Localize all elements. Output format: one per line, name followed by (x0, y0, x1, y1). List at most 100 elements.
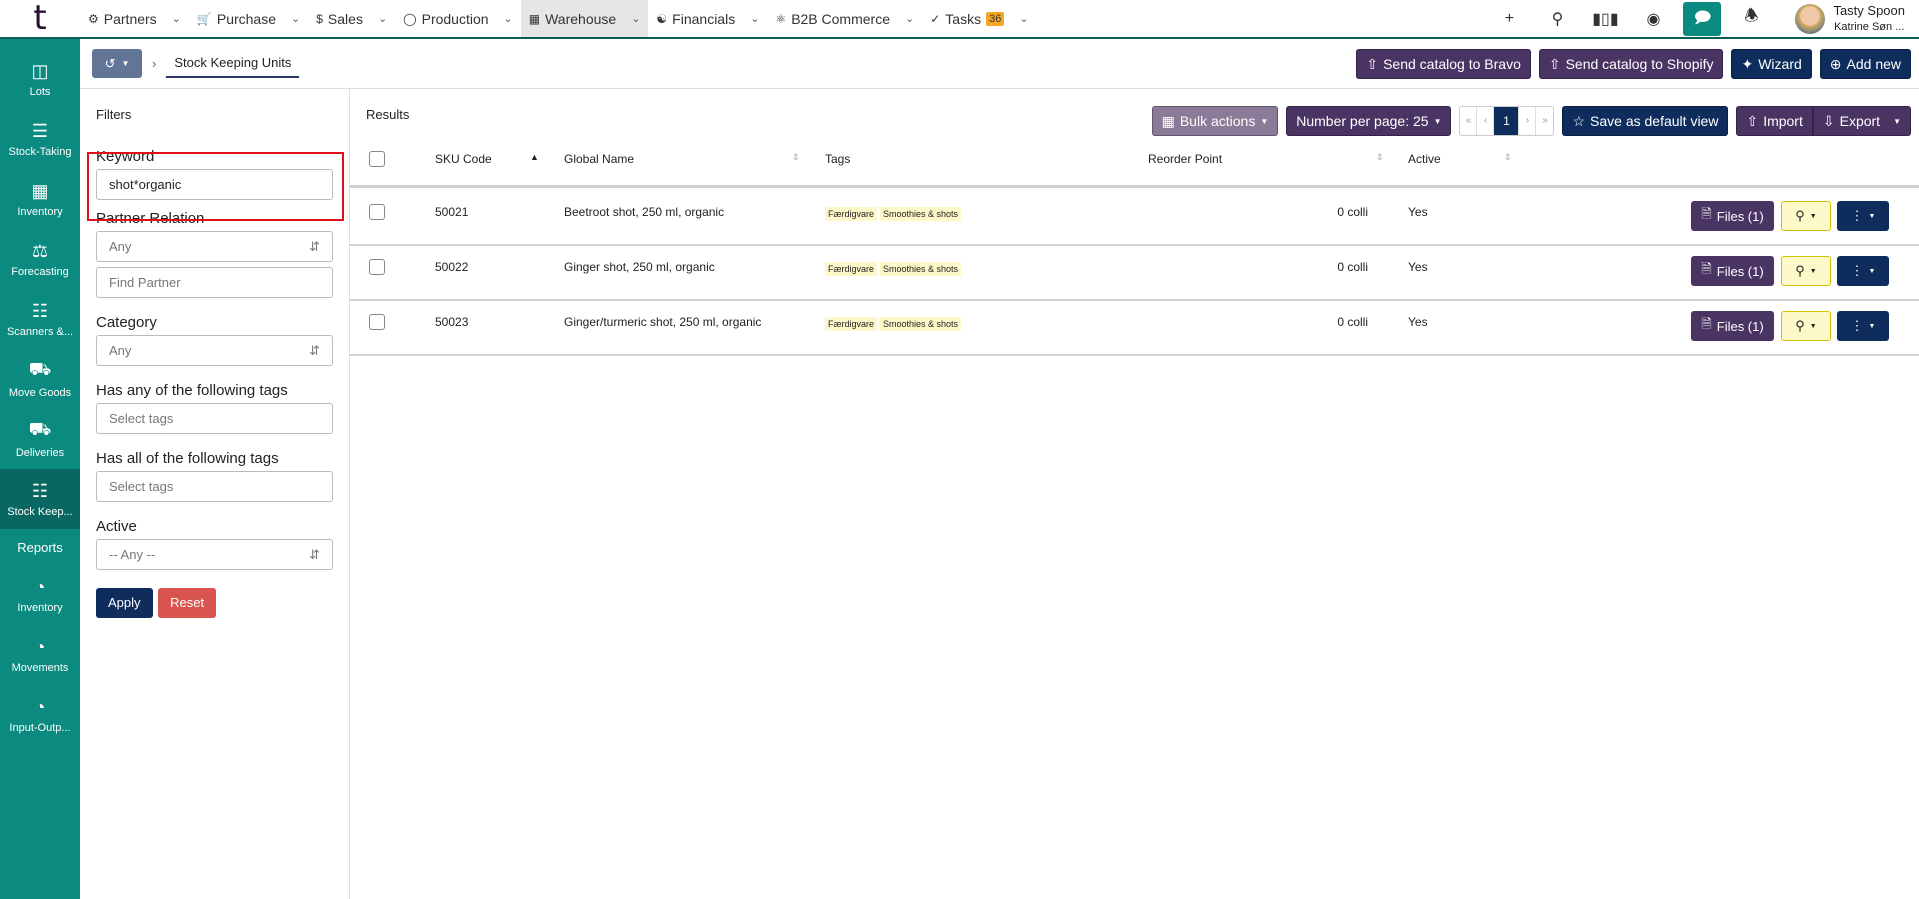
bulk-actions-button[interactable]: ▦ Bulk actions ▼ (1151, 106, 1279, 136)
view-dropdown-button[interactable]: ⚲ ▼ (1781, 256, 1831, 286)
nav-financials[interactable]: ☯ Financials ⌄ (648, 0, 767, 37)
active-select[interactable]: -- Any -- ⇵ (96, 539, 333, 570)
user-menu[interactable]: Tasty Spoon Katrine Søn ... (1775, 3, 1919, 35)
nav-partners[interactable]: ⚙ Partners ⌄ (80, 0, 189, 37)
caret-down-icon: ▼ (121, 59, 130, 68)
sidebar-item-5[interactable]: ⛟ Move Goods (0, 349, 80, 409)
files-button[interactable]: 🗎 Files (1) (1691, 256, 1774, 286)
nav-sales[interactable]: $ Sales ⌄ (308, 0, 395, 37)
sidebar-report-1[interactable]: ◔ Movements (0, 625, 80, 685)
caret-down-icon: ▼ (1868, 212, 1876, 220)
apply-button[interactable]: Apply (96, 588, 153, 618)
column-global-name[interactable]: Global Name (564, 152, 634, 166)
export-button[interactable]: ⇩ Export ▼ (1812, 106, 1911, 136)
tag: Færdigvare (825, 262, 878, 276)
sidebar-item-4[interactable]: ☷ Scanners &... (0, 289, 80, 349)
sku-code: 50022 (435, 260, 469, 274)
prev-page-button[interactable]: ‹ (1477, 107, 1495, 135)
nav-b2b-commerce[interactable]: ⚛ B2B Commerce ⌄ (767, 0, 922, 37)
sidebar-item-3[interactable]: ⚖ Forecasting (0, 229, 80, 289)
app-logo[interactable]: t (0, 0, 80, 38)
all-tags-input[interactable]: Select tags (96, 471, 333, 502)
find-partner-input[interactable]: Find Partner (96, 267, 333, 298)
sort-asc-icon[interactable]: ▲ (530, 152, 539, 162)
first-page-button[interactable]: « (1460, 107, 1478, 135)
page-1-button[interactable]: 1 (1494, 107, 1520, 135)
all-tags-label: Has all of the following tags (96, 450, 279, 467)
barcode-icon[interactable]: ▮▯▮ (1581, 9, 1629, 29)
sidebar-icon: ▦ (31, 180, 49, 201)
more-actions-button[interactable]: ⋮ ▼ (1837, 311, 1889, 341)
help-icon[interactable]: ◉ (1629, 9, 1677, 29)
history-button[interactable]: ↺ ▼ (92, 49, 142, 78)
chevron-down-icon[interactable]: ⌄ (504, 12, 513, 25)
select-all-checkbox[interactable] (369, 151, 385, 167)
nav-production[interactable]: ◯ Production ⌄ (395, 0, 521, 37)
search-icon[interactable]: ⚲ (1533, 9, 1581, 29)
files-button[interactable]: 🗎 Files (1) (1691, 201, 1774, 231)
column-active[interactable]: Active (1408, 152, 1441, 166)
nav-purchase[interactable]: 🛒 Purchase ⌄ (189, 0, 308, 37)
chevron-down-icon[interactable]: ⌄ (291, 12, 300, 25)
table-row[interactable]: 50022 Ginger shot, 250 ml, organic Færdi… (350, 246, 1919, 301)
table-row[interactable]: 50021 Beetroot shot, 250 ml, organic Fær… (350, 191, 1919, 246)
next-page-button[interactable]: › (1519, 107, 1537, 135)
add-new-button[interactable]: ⊕ Add new (1819, 49, 1911, 79)
category-select[interactable]: Any ⇵ (96, 335, 333, 366)
chevron-down-icon[interactable]: ⌄ (1019, 12, 1028, 25)
nav-warehouse[interactable]: ▦ Warehouse ⌄ (520, 0, 649, 37)
view-dropdown-button[interactable]: ⚲ ▼ (1781, 311, 1831, 341)
sidebar-item-1[interactable]: ☰ Stock-Taking (0, 109, 80, 169)
sort-icon[interactable]: ⇕ (1504, 152, 1512, 163)
sidebar-label: Movements (11, 661, 69, 674)
row-checkbox[interactable] (369, 259, 385, 275)
chevron-down-icon[interactable]: ⌄ (378, 12, 387, 25)
sidebar-report-0[interactable]: ◔ Inventory (0, 565, 80, 625)
chevron-down-icon[interactable]: ⌄ (631, 12, 640, 25)
sidebar-report-2[interactable]: ◔ Input-Outp... (0, 685, 80, 745)
global-name[interactable]: Ginger shot, 250 ml, organic (564, 260, 715, 274)
breadcrumb: ↺ ▼ › Stock Keeping Units ⇧ Send catalog t… (80, 39, 1919, 89)
global-name[interactable]: Beetroot shot, 250 ml, organic (564, 205, 724, 219)
column-reorder-point[interactable]: Reorder Point (1148, 152, 1222, 166)
row-checkbox[interactable] (369, 314, 385, 330)
last-page-button[interactable]: » (1536, 107, 1553, 135)
sort-icon[interactable]: ⇕ (1376, 152, 1384, 163)
tag: Færdigvare (825, 207, 878, 221)
any-tags-input[interactable]: Select tags (96, 403, 333, 434)
sidebar-item-2[interactable]: ▦ Inventory (0, 169, 80, 229)
partners-icon: ⚙ (88, 11, 99, 26)
reset-button[interactable]: Reset (158, 588, 217, 618)
bell-icon[interactable]: 🕭 (1727, 5, 1775, 32)
chevron-down-icon[interactable]: ⌄ (750, 12, 759, 25)
sidebar-item-7[interactable]: ☷ Stock Keep... (0, 469, 80, 529)
view-dropdown-button[interactable]: ⚲ ▼ (1781, 201, 1831, 231)
row-checkbox[interactable] (369, 204, 385, 220)
import-button[interactable]: ⇧ Import (1736, 106, 1813, 136)
active-value: Yes (1408, 315, 1428, 329)
save-default-view-button[interactable]: ☆ Save as default view (1562, 106, 1729, 136)
send-catalog-bravo-button[interactable]: ⇧ Send catalog to Bravo (1356, 49, 1531, 79)
per-page-select[interactable]: Number per page: 25 ▼ (1286, 106, 1452, 136)
more-actions-button[interactable]: ⋮ ▼ (1837, 256, 1889, 286)
sort-icon[interactable]: ⇕ (792, 152, 800, 163)
sidebar-item-6[interactable]: ⛟ Deliveries (0, 409, 80, 469)
nav-tasks[interactable]: ✓ Tasks 36 ⌄ (922, 0, 1036, 37)
top-nav: t ⚙ Partners ⌄ 🛒 Purchase ⌄ $ Sales ⌄ ◯ Production… (0, 0, 1919, 39)
partner-relation-select[interactable]: Any ⇵ (96, 231, 333, 262)
chat-icon[interactable]: 🗩 (1683, 1, 1722, 36)
plus-icon[interactable]: + (1485, 10, 1533, 28)
column-sku-code[interactable]: SKU Code (435, 152, 492, 166)
files-button[interactable]: 🗎 Files (1) (1691, 311, 1774, 341)
global-name[interactable]: Ginger/turmeric shot, 250 ml, organic (564, 315, 761, 329)
sidebar-item-0[interactable]: ◫ Lots (0, 49, 80, 109)
chevron-down-icon[interactable]: ⌄ (905, 12, 914, 25)
chevron-down-icon[interactable]: ⌄ (172, 12, 181, 25)
breadcrumb-current[interactable]: Stock Keeping Units (166, 49, 300, 78)
reorder-point: 0 colli (1337, 205, 1368, 219)
more-actions-button[interactable]: ⋮ ▼ (1837, 201, 1889, 231)
table-row[interactable]: 50023 Ginger/turmeric shot, 250 ml, orga… (350, 301, 1919, 356)
wizard-button[interactable]: ✦ Wizard (1731, 49, 1812, 79)
send-catalog-shopify-button[interactable]: ⇧ Send catalog to Shopify (1538, 49, 1724, 79)
table-header: SKU Code ▲ Global Name ⇕ Tags Reorder Po… (350, 145, 1919, 188)
